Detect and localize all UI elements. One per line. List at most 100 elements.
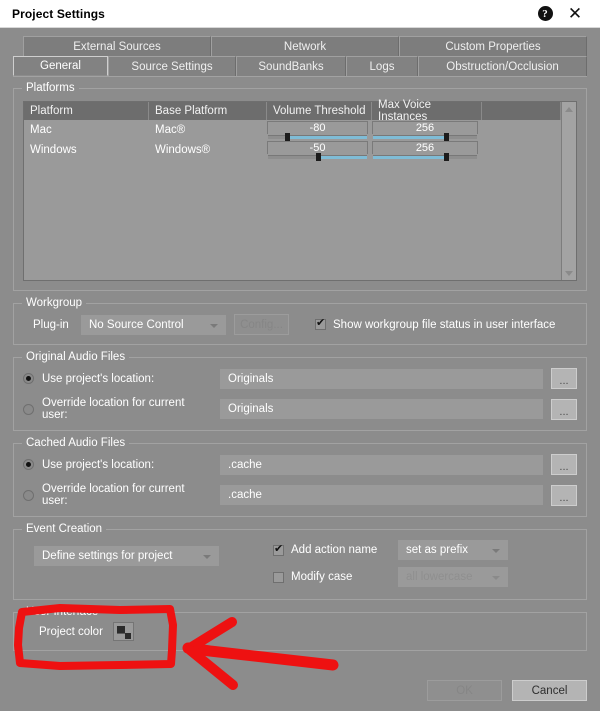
column-header-max-voice-instances[interactable]: Max Voice Instances	[372, 99, 482, 123]
show-workgroup-status-label: Show workgroup file status in user inter…	[333, 318, 556, 331]
tab-label: General	[40, 60, 81, 72]
cell-volume-threshold[interactable]: -80	[267, 120, 372, 141]
cached-override-radio[interactable]	[23, 489, 34, 501]
volume-threshold-slider[interactable]: -80	[267, 120, 368, 141]
cached-override-label: Override location for current user:	[42, 483, 185, 507]
tab-label: Obstruction/Occlusion	[446, 60, 559, 73]
tab-source-settings[interactable]: Source Settings	[108, 56, 236, 76]
close-icon: ✕	[567, 4, 583, 23]
original-override-path-field[interactable]: Originals	[220, 399, 543, 419]
config-button[interactable]: Config...	[234, 314, 289, 335]
max-voice-instances-slider[interactable]: 256	[372, 140, 478, 161]
cached-audio-files-legend: Cached Audio Files	[22, 437, 130, 449]
original-override-browse-button[interactable]: ...	[551, 398, 577, 420]
event-creation-legend: Event Creation	[22, 523, 107, 535]
cancel-button[interactable]: Cancel	[512, 680, 587, 701]
original-audio-files-group: Original Audio Files Use project's locat…	[13, 351, 587, 431]
config-label: Config...	[240, 318, 283, 331]
platforms-group: Platforms Platform Base Platform Volume …	[13, 82, 587, 291]
modify-case-checkbox[interactable]	[273, 571, 284, 583]
cached-override-browse-button[interactable]: ...	[551, 484, 577, 506]
slider-fill	[317, 155, 367, 159]
slider-handle[interactable]	[444, 152, 450, 161]
platforms-vertical-scrollbar[interactable]	[561, 102, 576, 280]
slider-handle[interactable]	[444, 132, 450, 141]
cell-platform: Windows	[30, 144, 77, 156]
plugin-selected-value: No Source Control	[89, 318, 184, 331]
tab-label: External Sources	[73, 40, 161, 53]
scroll-up-arrow-icon[interactable]	[562, 102, 576, 116]
original-use-project-browse-button[interactable]: ...	[551, 368, 577, 389]
slider-handle[interactable]	[285, 132, 291, 141]
modify-case-label: Modify case	[291, 571, 353, 583]
cached-use-project-path-field[interactable]: .cache	[220, 454, 543, 475]
original-use-project-path-field[interactable]: Originals	[220, 368, 543, 389]
plugin-select[interactable]: No Source Control	[81, 314, 226, 335]
browse-label: ...	[559, 375, 569, 387]
cell-volume-threshold[interactable]: -50	[267, 140, 372, 161]
browse-label: ...	[559, 405, 569, 418]
path-value: Originals	[228, 403, 274, 415]
tab-custom-properties[interactable]: Custom Properties	[399, 36, 587, 56]
column-header-platform[interactable]: Platform	[24, 102, 149, 120]
volume-threshold-slider[interactable]: -50	[267, 140, 368, 161]
slider-handle[interactable]	[315, 152, 321, 161]
window-title: Project Settings	[12, 6, 105, 21]
cell-base-platform: Mac®	[155, 124, 186, 136]
tab-general[interactable]: General	[13, 56, 108, 76]
slider-fill	[287, 135, 367, 139]
cached-use-project-browse-button[interactable]: ...	[551, 454, 577, 475]
max-voice-instances-slider[interactable]: 256	[372, 120, 478, 141]
column-header-volume-threshold[interactable]: Volume Threshold	[267, 102, 372, 120]
add-action-name-row[interactable]: Add action name set as prefix	[273, 540, 577, 560]
modify-case-mode-select[interactable]: all lowercase	[398, 567, 508, 587]
cell-platform: Mac	[30, 124, 52, 136]
add-action-name-mode-select[interactable]: set as prefix	[398, 540, 508, 560]
path-value: Originals	[228, 372, 274, 385]
table-row[interactable]: Windows Windows® -50 256	[24, 140, 561, 161]
cached-override-path-field[interactable]: .cache	[220, 485, 543, 505]
cell-base-platform: Windows®	[155, 144, 211, 156]
original-override-label: Override location for current user:	[42, 397, 185, 421]
cached-use-project-radio[interactable]	[23, 459, 34, 470]
help-button[interactable]: ?	[530, 1, 560, 27]
slider-track	[373, 134, 477, 139]
event-scope-select[interactable]: Define settings for project	[34, 546, 219, 566]
column-header-base-platform[interactable]: Base Platform	[149, 102, 267, 120]
chevron-down-icon	[492, 549, 500, 553]
table-row[interactable]: Mac Mac® -80 256	[24, 120, 561, 141]
cell-max-voice-instances[interactable]: 256	[372, 140, 482, 161]
browse-label: ...	[559, 461, 569, 473]
platforms-table[interactable]: Platform Base Platform Volume Threshold …	[23, 99, 577, 281]
tab-label: Custom Properties	[445, 40, 541, 53]
tab-external-sources[interactable]: External Sources	[23, 36, 211, 56]
tab-obstruction-occlusion[interactable]: Obstruction/Occlusion	[418, 56, 587, 76]
add-action-name-checkbox[interactable]	[273, 543, 284, 556]
tab-label: Logs	[369, 60, 395, 73]
show-workgroup-status-checkbox[interactable]	[315, 317, 326, 330]
scroll-down-arrow-icon[interactable]	[562, 266, 576, 280]
tab-network[interactable]: Network	[211, 36, 399, 56]
chevron-down-icon	[203, 555, 211, 559]
user-interface-group: User Interface Project color	[13, 606, 587, 651]
tab-label: Network	[283, 40, 327, 53]
modify-case-row[interactable]: Modify case all lowercase	[273, 567, 577, 587]
slider-track	[268, 134, 367, 139]
table-header-row: Platform Base Platform Volume Threshold …	[24, 99, 561, 123]
slider-fill	[373, 155, 446, 159]
color-swatch-icon[interactable]	[112, 622, 134, 641]
show-workgroup-status-row[interactable]: Show workgroup file status in user inter…	[315, 317, 556, 331]
project-settings-dialog: External Sources Network Custom Properti…	[0, 28, 600, 711]
workgroup-legend: Workgroup	[22, 297, 87, 309]
tab-logs[interactable]: Logs	[346, 56, 418, 76]
close-button[interactable]: ✕	[560, 1, 590, 27]
chevron-down-icon	[492, 576, 500, 580]
cell-max-voice-instances[interactable]: 256	[372, 120, 482, 141]
slider-value: 256	[372, 140, 478, 154]
help-circle-icon: ?	[537, 6, 553, 21]
ok-button[interactable]: OK	[427, 680, 502, 701]
original-override-radio[interactable]	[23, 403, 34, 415]
original-use-project-radio[interactable]	[23, 373, 34, 384]
tab-soundbanks[interactable]: SoundBanks	[236, 56, 346, 76]
browse-label: ...	[559, 491, 569, 504]
